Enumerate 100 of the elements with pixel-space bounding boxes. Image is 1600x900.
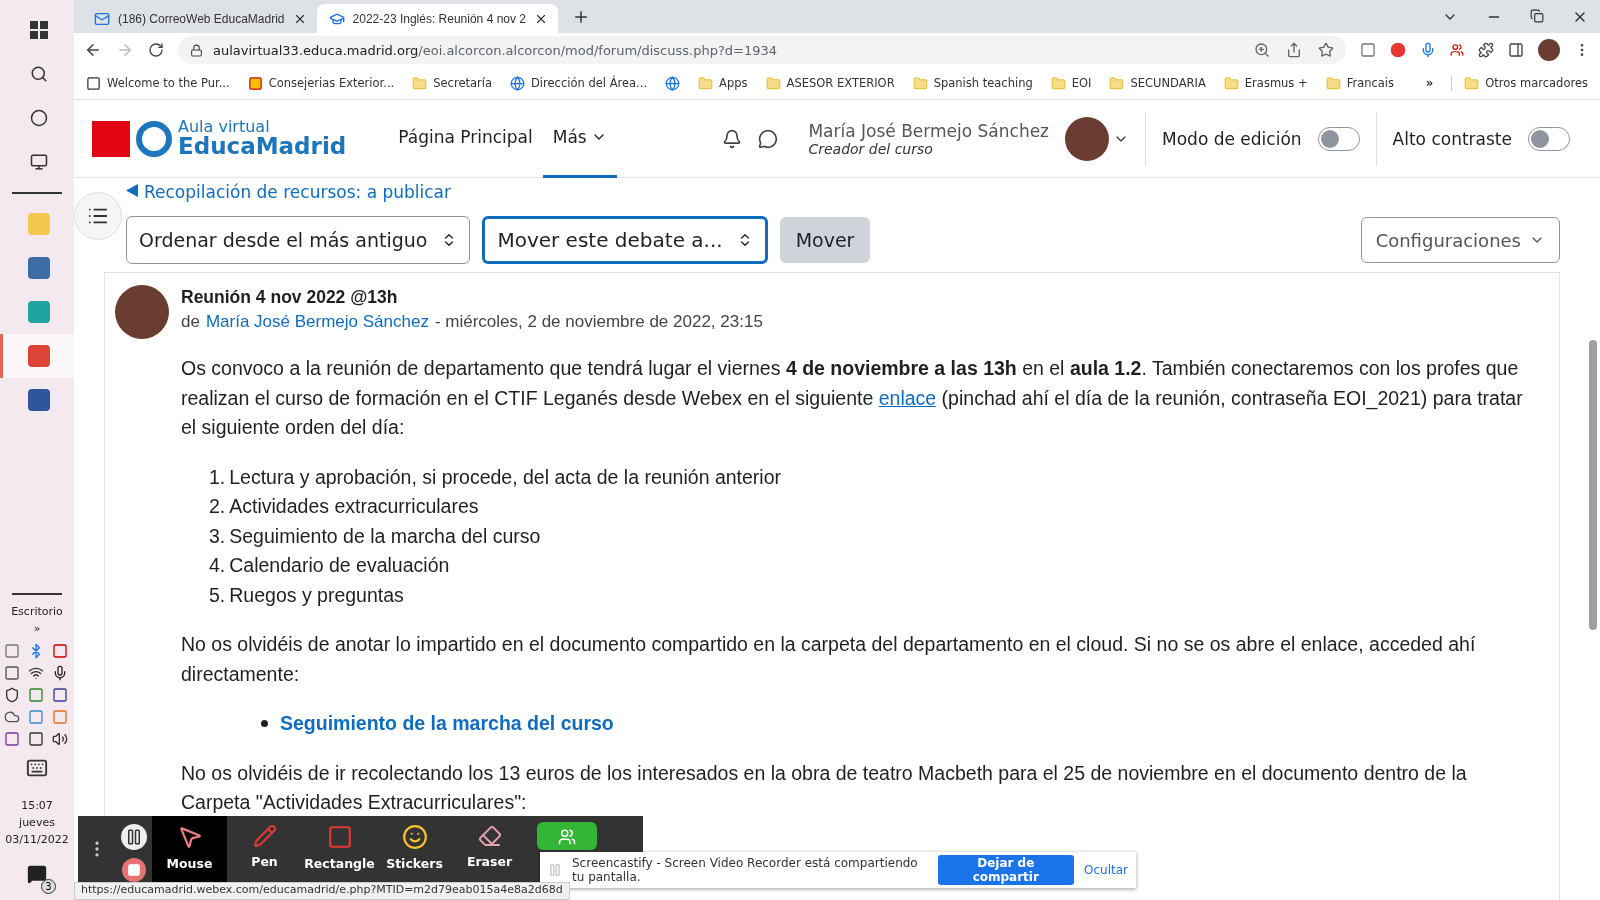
toggle-switch[interactable]	[1317, 126, 1360, 151]
site-icon	[86, 75, 101, 91]
rectangle-icon	[326, 824, 353, 850]
chrome-button[interactable]	[0, 334, 74, 378]
bookmark[interactable]: Secretaría	[412, 75, 492, 91]
bookmark[interactable]: Consejerias Exterior...	[247, 75, 395, 91]
tray-icon[interactable]	[4, 687, 20, 703]
back-link[interactable]: Recopilación de recursos: a publicar	[144, 182, 452, 202]
chat-icon[interactable]	[758, 128, 779, 149]
browser-tab[interactable]: 2022-23 Inglés: Reunión 4 nov 2	[316, 4, 558, 33]
tray-expand-button[interactable]: »	[33, 620, 41, 637]
settings-dropdown[interactable]: Configuraciones	[1360, 217, 1560, 263]
recorder-tool[interactable]: Stickers	[377, 816, 452, 882]
bookmark[interactable]: EOI	[1050, 75, 1092, 91]
recorder-tool[interactable]: Mouse	[152, 816, 227, 882]
reload-icon[interactable]	[148, 42, 164, 58]
item-number: 3.	[209, 523, 226, 549]
document-link[interactable]: Seguimiento de la marcha del curso	[280, 709, 614, 739]
camera-button[interactable]	[537, 822, 597, 850]
back-icon[interactable]	[84, 41, 102, 59]
folder-icon	[1464, 75, 1480, 91]
puzzle-icon[interactable]	[1478, 42, 1494, 58]
circle-icon[interactable]	[29, 109, 48, 127]
move-select[interactable]: Mover este debate a...	[482, 216, 768, 264]
item-number: 1.	[209, 464, 226, 490]
windows-logo-icon[interactable]	[29, 21, 48, 39]
flag-icon	[247, 75, 263, 91]
task-view-icon[interactable]	[29, 153, 48, 171]
recorder-tool[interactable]: Pen	[227, 816, 302, 882]
bell-icon[interactable]	[722, 128, 743, 149]
recorder-tool[interactable]: Rectangle	[302, 816, 377, 882]
toggle-label: Alto contraste	[1392, 128, 1512, 149]
bookmark[interactable]: Otros marcadores	[1451, 75, 1588, 91]
clock-date: 03/11/2022	[5, 832, 69, 848]
side-panel-icon[interactable]	[1508, 42, 1524, 58]
extension-icon[interactable]	[1390, 42, 1406, 58]
pencil-icon	[252, 824, 277, 848]
more-bookmarks-button[interactable]: »	[1425, 76, 1434, 90]
triangle-left-icon[interactable]	[126, 183, 138, 197]
tray-icon[interactable]	[28, 665, 44, 681]
clock-day: jueves	[19, 814, 55, 831]
bookmark[interactable]: Francais	[1325, 75, 1395, 91]
author-avatar	[115, 285, 169, 339]
tray-icon[interactable]	[52, 665, 68, 681]
course-index-button[interactable]	[74, 192, 122, 240]
toggle-switch[interactable]	[1528, 126, 1570, 151]
agenda-item: Ruegos y preguntas	[229, 582, 404, 608]
pause-icon[interactable]	[121, 824, 147, 850]
folder-icon	[1050, 75, 1066, 91]
stop-sharing-button[interactable]: Dejar de compartir	[937, 855, 1074, 885]
zoom-icon[interactable]	[1254, 42, 1270, 58]
user-role: Creador del curso	[808, 140, 933, 157]
notification-icon[interactable]	[27, 864, 47, 884]
author-link[interactable]: María José Bermejo Sánchez	[205, 309, 429, 334]
extension-icon[interactable]	[1360, 42, 1376, 58]
search-icon[interactable]	[29, 65, 48, 83]
microphone-icon[interactable]	[1420, 42, 1436, 58]
post-paragraph: Os convoco a la reunión de departamento que tendrá lugar el viernes 4 de noviembre a las 13h en el aula 1.2. También conectaremos con los profes que realizan el curso de formación en el CTIF Leganés desde Webex en el siguiente enlace (pinchad ahí el día de la reunión, contraseña EOI_2021) para tratar el siguiente orden del día:	[181, 356, 1524, 440]
agenda-item: Actividades extracurriculares	[229, 494, 479, 519]
nav-link[interactable]: Página Principal	[388, 100, 543, 178]
meeting-link[interactable]: enlace	[878, 386, 937, 409]
stop-icon[interactable]	[122, 858, 146, 882]
folder-icon	[698, 75, 714, 91]
folder-icon	[1223, 75, 1239, 91]
bookmark[interactable]: Dirección del Área...	[510, 75, 648, 91]
status-url: https://educamadrid.webex.com/educamadrid/e.php?MTID=m2d79eab015a4e8a2d68d	[74, 882, 570, 900]
recorder-tool[interactable]: Eraser	[452, 816, 527, 882]
tray-icon[interactable]	[4, 709, 20, 725]
item-number: 2.	[209, 494, 226, 519]
lock-icon	[190, 43, 203, 57]
bookmark[interactable]: Welcome to the Pur...	[86, 75, 230, 91]
user-name: María José Bermejo Sánchez	[808, 120, 1050, 141]
smiley-icon	[401, 824, 428, 850]
logo-title: EducaMadrid	[178, 135, 347, 158]
desktop-label[interactable]: Escritorio	[11, 603, 63, 620]
keyboard-icon[interactable]	[26, 757, 48, 779]
nav-link[interactable]: Más	[542, 100, 617, 178]
bookmark[interactable]: SECUNDARIA	[1109, 75, 1206, 91]
sort-select[interactable]: Ordenar desde el más antiguo	[126, 216, 471, 264]
move-button[interactable]: Mover	[779, 217, 871, 263]
bookmark[interactable]: ASESOR EXTERIOR	[765, 75, 895, 91]
notification-count: 3	[41, 879, 56, 894]
bookmark[interactable]	[665, 75, 681, 91]
browser-tab[interactable]: (186) CorreoWeb EducaMadrid	[82, 4, 317, 33]
bookmark[interactable]: Apps	[698, 75, 748, 91]
agenda-item: Lectura y aprobación, si procede, del acta de la reunión anterior	[229, 464, 782, 490]
folder-icon	[765, 75, 781, 91]
profile-avatar[interactable]	[1538, 39, 1560, 61]
bookmark[interactable]: Erasmus +	[1223, 75, 1308, 91]
share-icon[interactable]	[1286, 42, 1302, 58]
grip-icon	[548, 863, 562, 877]
address-field[interactable]: aulavirtual33.educa.madrid.org/eoi.alcorcon.alcorcon/mod/forum/discuss.php?d=1934	[178, 36, 1346, 64]
star-icon[interactable]	[1318, 42, 1334, 58]
bookmark[interactable]: Spanish teaching	[912, 75, 1033, 91]
tray-icon[interactable]	[52, 731, 68, 747]
item-number: 5.	[209, 582, 226, 608]
extension-icon[interactable]	[1450, 43, 1464, 57]
hide-link[interactable]: Ocultar	[1084, 863, 1128, 877]
restore-icon[interactable]	[1530, 8, 1544, 25]
scrollbar[interactable]	[1589, 340, 1597, 630]
